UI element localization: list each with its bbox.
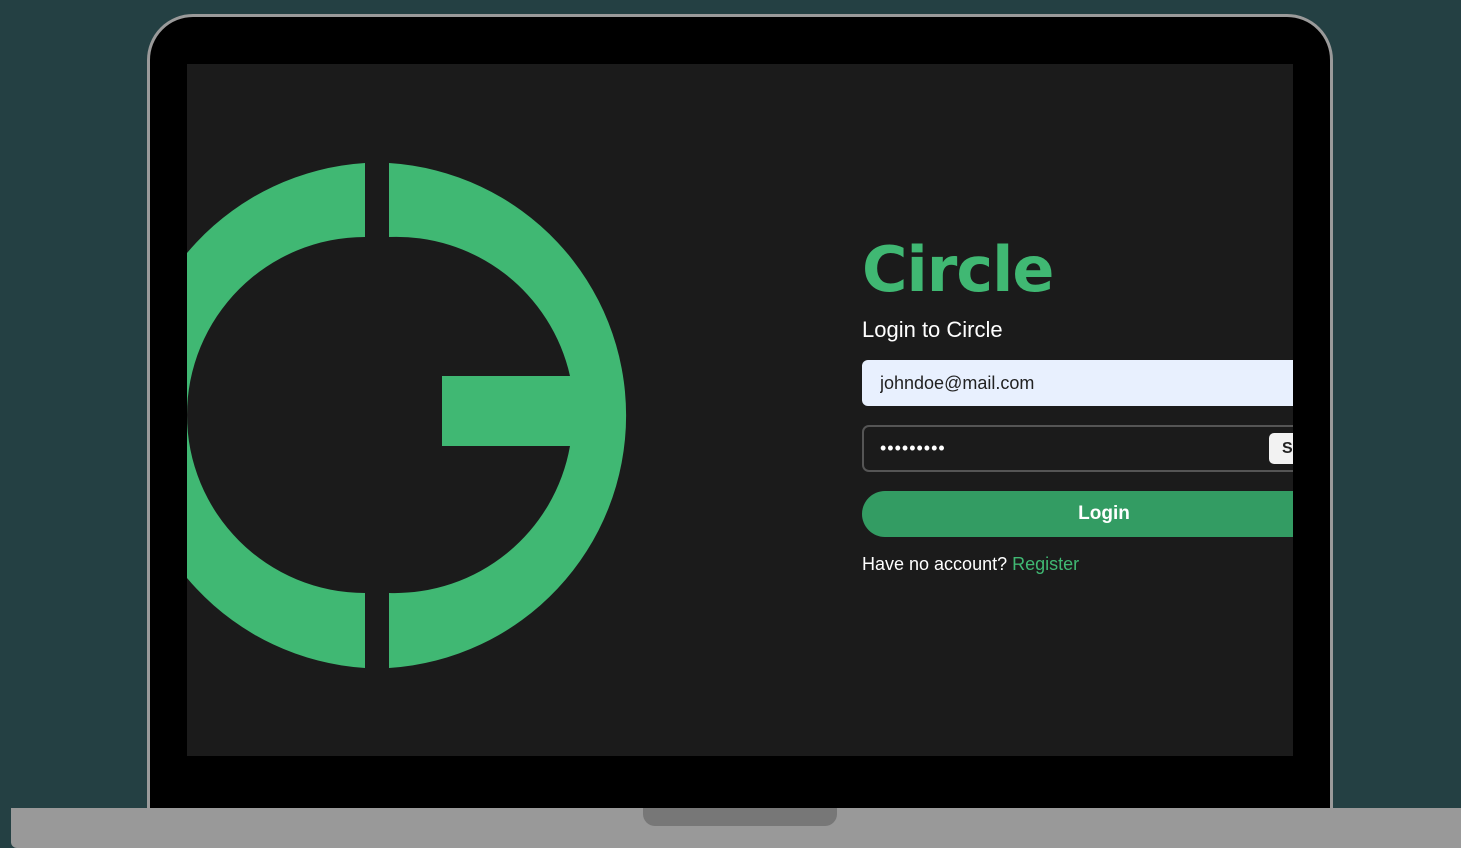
brand-title: Circle bbox=[862, 233, 1054, 306]
circle-logo-icon bbox=[187, 163, 627, 668]
password-field: S bbox=[862, 425, 1293, 472]
logo-right-arc bbox=[389, 163, 627, 668]
login-button[interactable]: Login bbox=[862, 491, 1293, 537]
email-input[interactable] bbox=[862, 360, 1293, 406]
password-input[interactable] bbox=[864, 427, 1264, 470]
show-password-button[interactable]: S bbox=[1269, 433, 1293, 464]
register-row: Have no account? Register bbox=[862, 554, 1293, 575]
login-panel: Circle Login to Circle S Login Have no a… bbox=[862, 239, 1293, 575]
register-link[interactable]: Register bbox=[1012, 554, 1079, 574]
login-subtitle: Login to Circle bbox=[862, 317, 1003, 342]
browser-screen: Circle Login to Circle S Login Have no a… bbox=[187, 64, 1293, 756]
laptop-notch bbox=[643, 808, 837, 826]
no-account-text: Have no account? bbox=[862, 554, 1008, 574]
logo-left-arc bbox=[187, 163, 365, 668]
